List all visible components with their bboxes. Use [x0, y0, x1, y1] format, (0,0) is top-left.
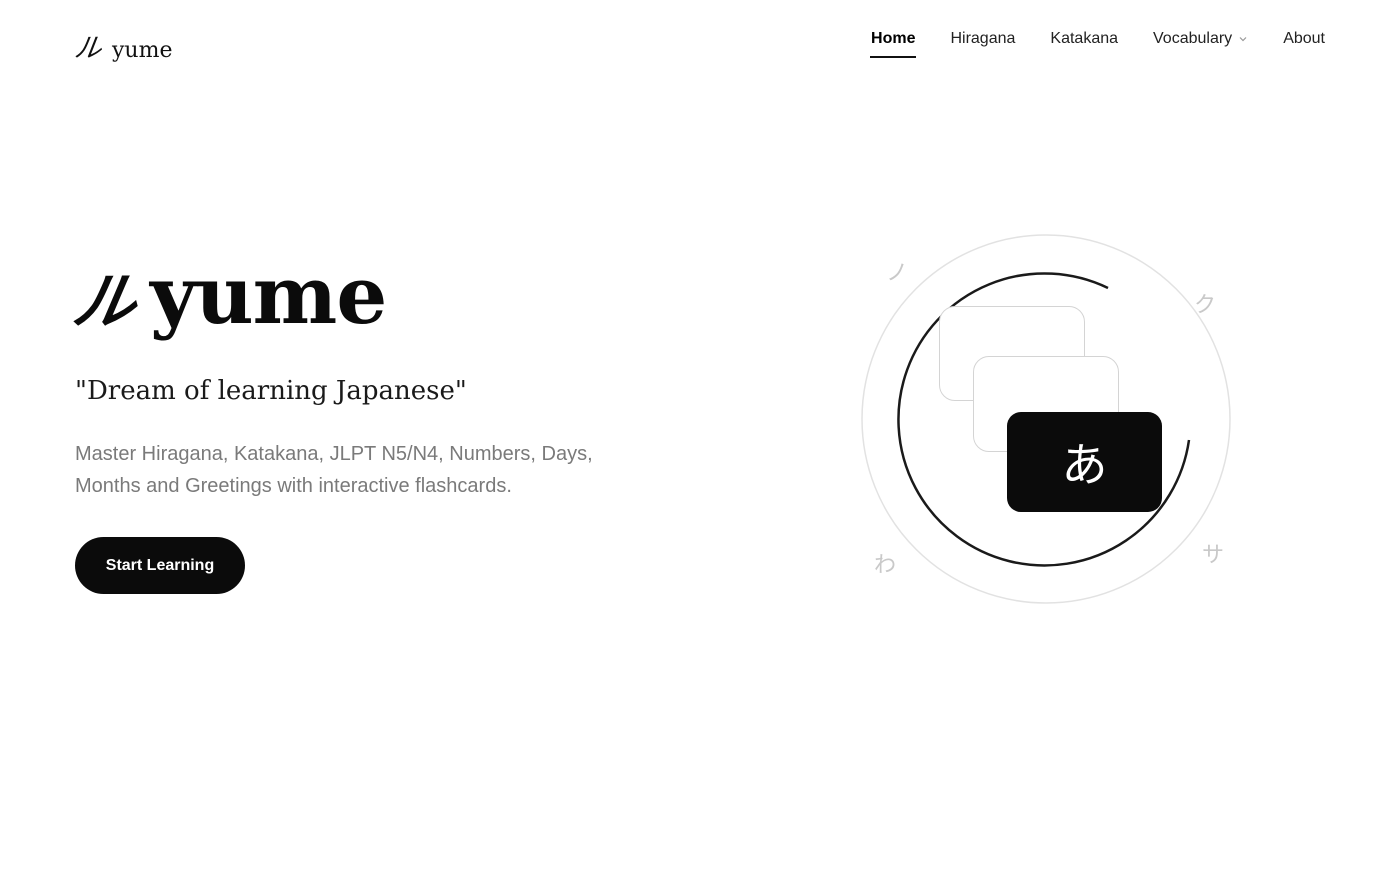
nav-item-label: Vocabulary [1153, 30, 1233, 47]
main-nav: Home Hiragana Katakana Vocabulary About [870, 30, 1325, 58]
nav-item-home[interactable]: Home [870, 30, 917, 58]
nav-item-label: About [1283, 30, 1325, 47]
nav-item-label: Home [871, 30, 916, 47]
site-header: ル yume Home Hiragana Katakana Vocabulary… [0, 0, 1400, 80]
start-learning-button[interactable]: Start Learning [75, 537, 245, 594]
flashcard-illustration: ノ ク わ サ あ [850, 225, 1240, 615]
hero-mark: ル [67, 265, 138, 338]
flashcard-front[interactable]: あ [1007, 412, 1162, 512]
chevron-down-icon [1239, 37, 1247, 42]
nav-item-hiragana[interactable]: Hiragana [950, 30, 1015, 58]
brand-logo[interactable]: ル yume [72, 26, 173, 65]
hero-tagline: "Dream of learning Japanese" [75, 376, 467, 406]
nav-item-about[interactable]: About [1283, 30, 1325, 58]
orbit-glyph-top-left: ノ [886, 261, 909, 286]
hero-word: yume [150, 248, 387, 342]
hero-description: Master Hiragana, Katakana, JLPT N5/N4, N… [75, 443, 593, 497]
nav-item-vocabulary[interactable]: Vocabulary [1153, 30, 1248, 58]
orbit-glyph-bottom-left: わ [874, 553, 897, 578]
brand-name: yume [112, 38, 173, 63]
flashcard-character: あ [1061, 438, 1108, 492]
hero-title: ル yume [68, 248, 388, 342]
orbit-glyph-bottom-right: サ [1202, 543, 1225, 568]
nav-item-katakana[interactable]: Katakana [1050, 30, 1118, 58]
orbit-glyph-top-right: ク [1194, 293, 1217, 318]
nav-item-label: Hiragana [950, 30, 1016, 47]
nav-item-label: Katakana [1050, 30, 1119, 47]
brand-mark: ル [72, 33, 102, 64]
